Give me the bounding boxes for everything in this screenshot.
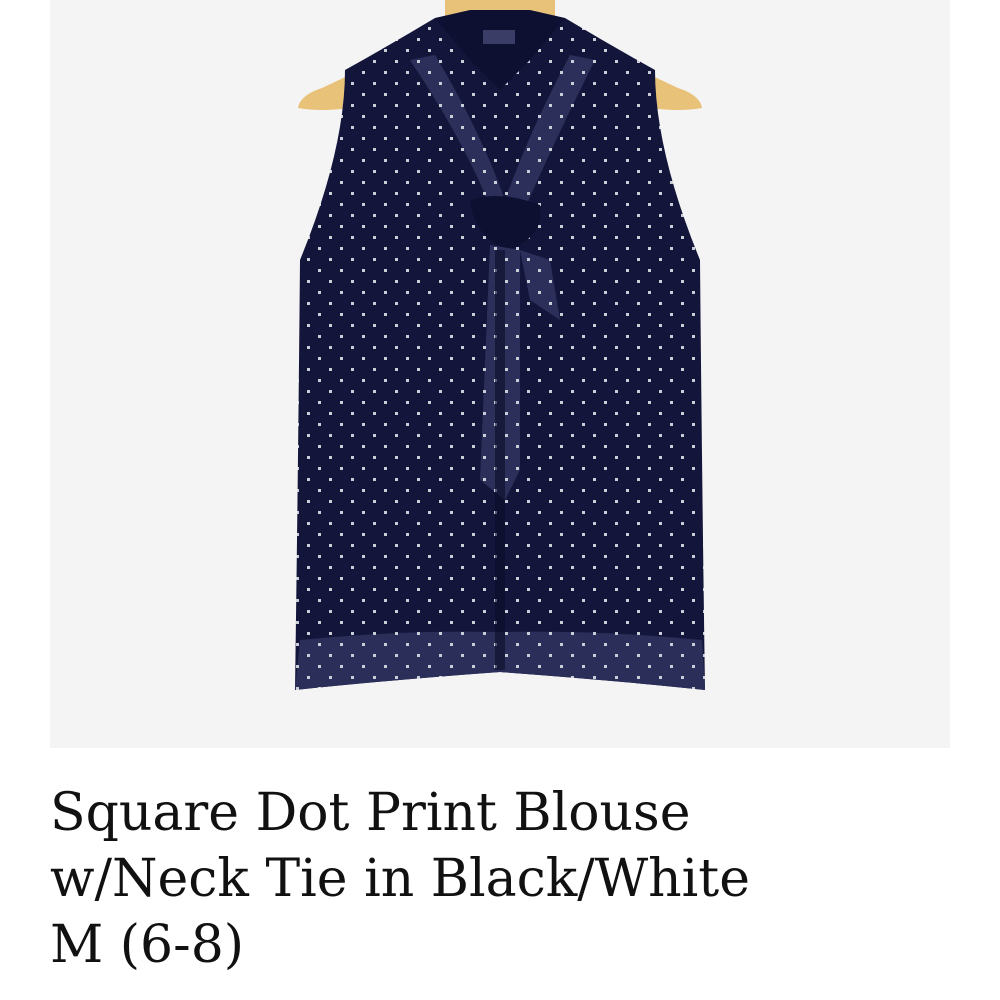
product-card: Square Dot Print Blouse w/Neck Tie in Bl…: [0, 0, 1000, 1000]
product-title-line-1: Square Dot Print Blouse: [50, 783, 691, 843]
blouse-icon: [295, 10, 705, 690]
product-image[interactable]: [50, 0, 950, 748]
product-title-line-2: w/Neck Tie in Black/White: [50, 849, 750, 909]
product-title: Square Dot Print Blouse w/Neck Tie in Bl…: [50, 780, 970, 978]
product-title-line-3: M (6-8): [50, 915, 245, 975]
blouse-on-hanger-icon: [295, 0, 705, 690]
